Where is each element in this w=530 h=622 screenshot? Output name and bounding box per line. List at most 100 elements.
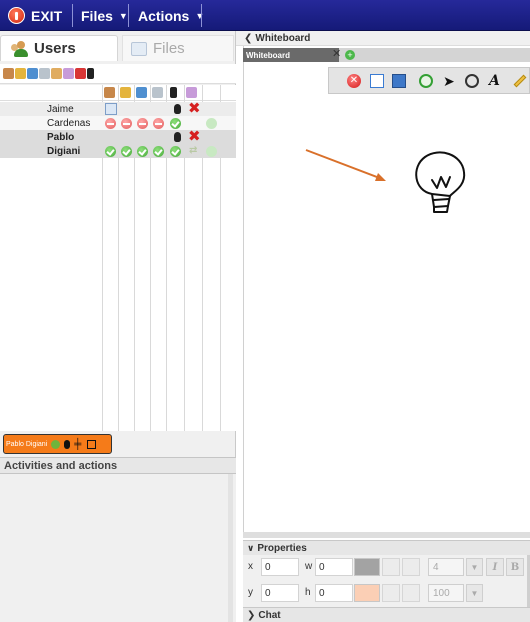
chevron-down-icon: ▼ [118,10,128,21]
chat-header[interactable]: ❯ Chat [243,607,530,622]
height-field[interactable]: 0 [315,584,353,602]
tab-whiteboard[interactable]: Whiteboard [243,48,339,62]
right-denied-icon[interactable] [105,118,116,129]
table-row[interactable]: Digiani ⇄ [0,144,236,158]
users-icon [11,40,29,57]
moderator-icon [186,87,197,98]
table-row[interactable]: Cardenas [0,116,236,130]
exchange-icon[interactable]: ⇄ [189,145,197,156]
chevron-down-icon: ∨ [247,542,255,553]
remote-control-icon[interactable] [51,68,62,79]
pencil-color-icon[interactable] [382,584,400,602]
table-row[interactable]: Jaime ✖ [0,101,236,116]
pencil-user-icon[interactable] [15,68,26,79]
clear-icon[interactable]: ✕ [347,74,361,88]
x-field[interactable]: 0 [261,558,299,576]
italic-button[interactable]: I [486,558,504,576]
whiteboard-canvas[interactable] [243,46,530,534]
menu-separator [201,4,202,27]
moderator-icon[interactable] [63,68,74,79]
user-last-name: Digiani [47,145,81,157]
right-granted-icon[interactable] [137,146,148,157]
user-icon[interactable] [3,68,14,79]
right-granted-icon[interactable] [153,146,164,157]
microphone-icon[interactable] [87,68,94,79]
y-field[interactable]: 0 [261,584,299,602]
tab-files[interactable]: Files [122,35,234,61]
fill-bucket-icon[interactable] [402,558,420,576]
pointer-icon[interactable]: ➤ [443,74,457,88]
actions-menu[interactable]: Actions ▼ [138,0,204,31]
right-granted-icon[interactable] [170,146,181,157]
left-panel: Users Files Jaime ✖ Cardenas Pablo ✖ Dig… [0,31,236,622]
kick-user-icon[interactable]: ✖ [188,129,201,144]
right-granted-icon[interactable] [105,146,116,157]
exit-label: EXIT [31,7,63,24]
right-denied-icon[interactable] [153,118,164,129]
user-first-name: Jaime [47,103,74,115]
arrow-head-shape [375,173,386,181]
properties-title: Properties [257,542,307,554]
selected-user-badge[interactable]: Pablo Digiani ╪ [3,434,112,454]
chevron-down-icon[interactable]: ▼ [466,558,483,576]
screen-share-icon [152,87,163,98]
microphone-icon[interactable] [64,439,71,449]
microphone-icon[interactable] [174,104,181,114]
right-granted-icon[interactable] [121,146,132,157]
activities-panel [0,474,236,622]
add-whiteboard-button[interactable]: + [345,50,355,60]
right-denied-icon[interactable] [121,118,132,129]
text-tool-icon[interactable]: A [489,74,503,88]
scrollbar[interactable] [228,474,233,622]
fill-color-swatch[interactable] [354,584,380,602]
bold-button[interactable]: B [506,558,524,576]
close-icon[interactable]: ✕ [332,47,341,60]
right-granted-icon[interactable] [170,118,181,129]
new-document-icon[interactable] [370,74,384,88]
pencil-color-icon[interactable] [382,558,400,576]
microphone-icon[interactable] [174,132,181,142]
table-row[interactable]: Pablo ✖ [0,129,236,144]
save-icon[interactable] [392,74,406,88]
window-icon[interactable] [87,439,97,449]
whiteboard-tabs: Whiteboard ✕ + [243,48,530,62]
chevron-down-icon[interactable]: ▼ [466,584,483,602]
chevron-left-icon[interactable]: ❮ [244,33,252,44]
arrow-shape [305,149,383,180]
pencil-icon[interactable] [513,74,527,88]
files-menu[interactable]: Files ▼ [81,0,128,31]
status-icon [206,146,217,157]
select-icon[interactable] [465,74,479,88]
user-icon [104,87,115,98]
speaker-mute-icon[interactable] [75,68,86,79]
line-width-field[interactable]: 4 [428,558,464,576]
whiteboard-access-icon[interactable] [27,68,38,79]
chat-title: Chat [258,609,281,621]
kick-user-icon[interactable]: ✖ [188,101,201,116]
tab-files-label: Files [153,40,185,57]
h-label: h [305,587,311,598]
top-menu-bar: EXIT Files ▼ Actions ▼ [0,0,530,31]
fill-bucket-icon[interactable] [402,584,420,602]
pencil-icon[interactable] [105,103,117,115]
scrollbar[interactable] [243,532,530,538]
pencil-user-icon [120,87,131,98]
whiteboard-panel-header[interactable]: ❮ Whiteboard [236,31,530,46]
tab-users[interactable]: Users [0,35,118,61]
undo-icon[interactable] [419,74,433,88]
volume-icon[interactable]: ╪ [74,439,83,449]
camera-icon[interactable] [51,439,61,449]
menu-separator [128,4,129,27]
whiteboard-toolbar: ✕ ➤ A [328,67,530,94]
exit-button[interactable]: EXIT [8,0,62,31]
activities-header[interactable]: Activities and actions [0,457,236,474]
properties-header[interactable]: ∨ Properties [243,540,530,555]
line-color-swatch[interactable] [354,558,380,576]
power-icon [8,7,25,24]
width-field[interactable]: 0 [315,558,353,576]
opacity-field[interactable]: 100 [428,584,464,602]
chevron-down-icon: ▼ [195,10,205,21]
right-denied-icon[interactable] [137,118,148,129]
screen-share-icon[interactable] [39,68,50,79]
files-icon [131,41,147,56]
